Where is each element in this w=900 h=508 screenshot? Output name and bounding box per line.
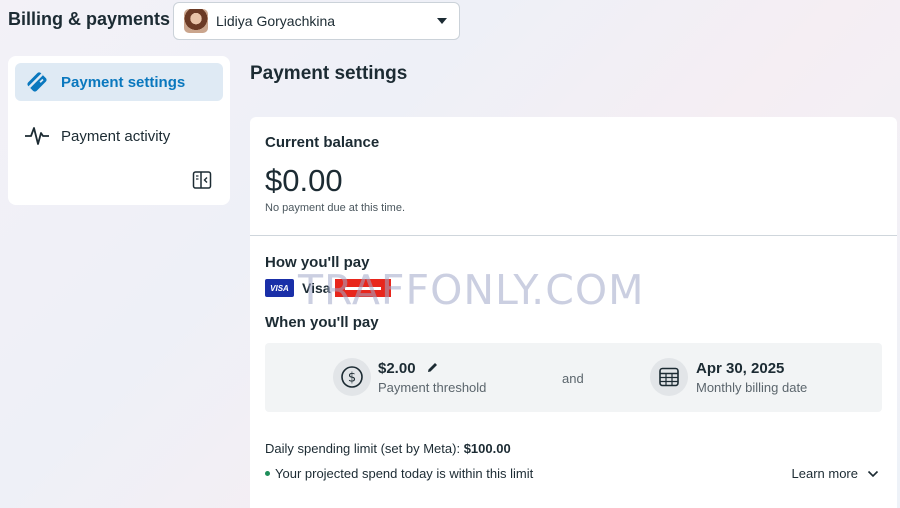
spending-limit-row: Daily spending limit (set by Meta): $100…	[265, 441, 882, 456]
dollar-icon: $	[333, 358, 371, 396]
limit-status-row: Your projected spend today is within thi…	[265, 466, 882, 481]
limit-status-text: Your projected spend today is within thi…	[275, 466, 534, 481]
current-balance-section: Current balance $0.00 No payment due at …	[250, 117, 897, 236]
page-title-billing: Billing & payments	[8, 9, 171, 29]
collapse-sidebar-icon[interactable]	[192, 170, 212, 190]
calendar-icon	[650, 358, 688, 396]
learn-more-label: Learn more	[791, 466, 858, 481]
watermark: TRAFFONLY.COM	[298, 266, 645, 314]
activity-icon	[23, 124, 51, 148]
balance-note: No payment due at this time.	[265, 202, 406, 215]
sidebar-item-label: Payment settings	[61, 73, 186, 91]
billing-date-label: Monthly billing date	[696, 380, 808, 395]
sidebar-item-payment-activity[interactable]: Payment activity	[15, 117, 223, 155]
account-selector[interactable]: Lidiya Goryachkina	[173, 2, 460, 40]
threshold-label: Payment threshold	[378, 380, 487, 395]
visa-icon: VISA	[265, 279, 294, 297]
edit-pencil-icon[interactable]	[426, 361, 439, 379]
caret-down-icon	[437, 18, 447, 24]
avatar	[184, 9, 208, 33]
payment-section: How you'll pay VISA Visa TRAFFONLY.COM W…	[250, 236, 897, 481]
billing-schedule-box: $ $2.00 Payment threshold and Apr 30, 20…	[265, 343, 882, 412]
sidebar-item-label: Payment activity	[61, 127, 171, 145]
balance-amount: $0.00	[265, 163, 343, 198]
learn-more-button[interactable]: Learn more	[792, 466, 879, 481]
threshold-value: $2.00	[378, 360, 416, 377]
chevron-down-icon	[867, 466, 879, 481]
account-name: Lidiya Goryachkina	[216, 13, 336, 29]
svg-text:$: $	[348, 371, 356, 386]
sidebar-item-payment-settings[interactable]: Payment settings	[15, 63, 223, 101]
billing-date-value: Apr 30, 2025	[696, 360, 785, 377]
when-you-pay-heading: When you'll pay	[265, 314, 379, 331]
status-dot-icon	[265, 471, 270, 476]
page-title: Payment settings	[250, 63, 408, 84]
sidebar: Payment settings Payment activity	[8, 56, 230, 205]
payment-settings-card: Current balance $0.00 No payment due at …	[250, 117, 897, 508]
connector-text: and	[562, 371, 584, 386]
spending-limit-label: Daily spending limit (set by Meta):	[265, 441, 464, 456]
card-icon	[23, 70, 51, 94]
spending-limit-value: $100.00	[463, 441, 511, 456]
balance-heading: Current balance	[265, 134, 380, 151]
